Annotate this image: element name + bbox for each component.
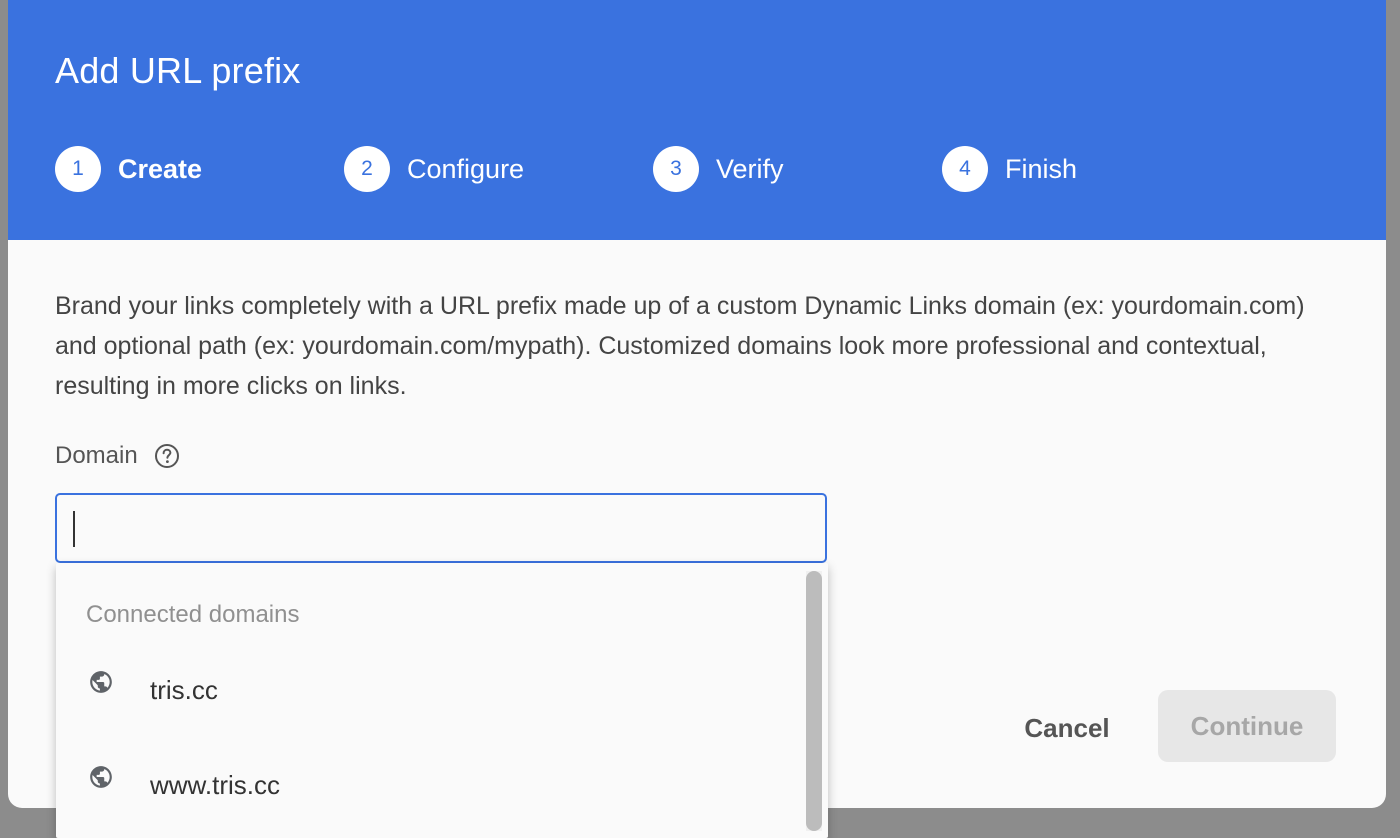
step-label: Create	[118, 153, 203, 184]
dropdown-group-header: Connected domains	[86, 601, 300, 628]
continue-button[interactable]: Continue	[1158, 690, 1336, 762]
step-number: 1	[55, 146, 101, 192]
step-label: Finish	[1005, 153, 1078, 184]
dropdown-option-www-tris-cc[interactable]: www.tris.cc	[56, 746, 801, 826]
dropdown-option-tris-cc[interactable]: tris.cc	[56, 651, 801, 731]
step-label: Configure	[407, 153, 525, 184]
cancel-button[interactable]: Cancel	[1008, 700, 1126, 756]
domain-label-text: Domain	[55, 442, 138, 469]
help-circle-icon[interactable]	[154, 443, 180, 469]
dropdown-scrollbar[interactable]	[806, 571, 822, 831]
dialog-header: Add URL prefix 1 Create 2 Configure 3 Ve…	[8, 0, 1386, 240]
step-configure: 2 Configure	[344, 146, 524, 192]
step-number: 4	[942, 146, 988, 192]
globe-icon	[88, 764, 114, 790]
scrollbar-thumb[interactable]	[806, 571, 822, 831]
step-finish: 4 Finish	[942, 146, 1077, 192]
text-caret	[73, 511, 75, 547]
domain-input[interactable]	[55, 493, 827, 563]
description-text: Brand your links completely with a URL p…	[55, 292, 1305, 400]
globe-icon	[88, 669, 114, 695]
step-number: 3	[653, 146, 699, 192]
domain-suggestions-dropdown: Connected domains tris.cc www.tris.cc	[56, 563, 828, 838]
step-create: 1 Create	[55, 146, 202, 192]
step-number: 2	[344, 146, 390, 192]
step-label: Verify	[716, 153, 784, 184]
option-label: tris.cc	[150, 675, 218, 705]
option-label: www.tris.cc	[150, 770, 280, 800]
dialog-title: Add URL prefix	[55, 50, 301, 91]
domain-field-label: Domain	[55, 442, 180, 470]
step-verify: 3 Verify	[653, 146, 784, 192]
